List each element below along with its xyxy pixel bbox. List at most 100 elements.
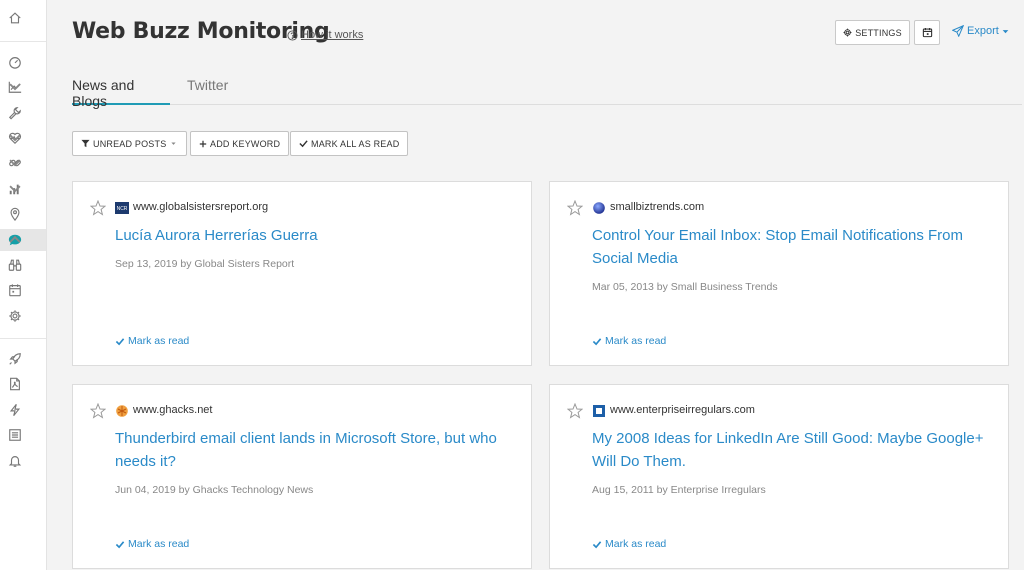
sidebar — [0, 0, 47, 570]
sidebar-item-research[interactable] — [0, 254, 46, 276]
mark-as-read-link[interactable]: Mark as read — [592, 538, 666, 550]
tab-bar: News and Blogs Twitter — [72, 77, 1022, 109]
square-favicon-icon — [593, 405, 605, 417]
mark-as-read-label: Mark as read — [128, 335, 190, 347]
export-label: Export — [967, 25, 999, 37]
post-meta: Jun 04, 2019 by Ghacks Technology News — [115, 484, 314, 496]
post-title-link[interactable]: Lucía Aurora Herrerías Guerra — [115, 224, 515, 247]
sidebar-item-boost[interactable] — [0, 348, 46, 370]
post-card: www.enterpriseirregulars.com My 2008 Ide… — [549, 384, 1009, 569]
site-favicon: NCR — [115, 202, 129, 214]
check-icon — [115, 337, 125, 345]
post-meta: Aug 15, 2011 by Enterprise Irregulars — [592, 484, 766, 496]
post-domain: www.globalsistersreport.org — [133, 201, 269, 213]
chevron-down-icon — [1002, 29, 1009, 33]
sidebar-item-local[interactable] — [0, 203, 46, 225]
post-domain: smallbiztrends.com — [610, 201, 705, 213]
post-domain: www.ghacks.net — [133, 404, 213, 416]
tab-news-and-blogs[interactable]: News and Blogs — [72, 77, 170, 109]
sidebar-item-notifications[interactable] — [0, 450, 46, 472]
check-icon — [115, 540, 125, 548]
sidebar-item-reports[interactable] — [0, 373, 46, 395]
star-icon[interactable] — [90, 200, 106, 216]
post-card: www.ghacks.net Thunderbird email client … — [72, 384, 532, 569]
sidebar-divider — [0, 41, 46, 42]
chevron-down-icon — [9, 83, 21, 91]
sidebar-item-lists[interactable] — [0, 424, 46, 446]
post-card: NCR www.globalsistersreport.org Lucía Au… — [72, 181, 532, 366]
ghacks-favicon-icon — [116, 405, 128, 417]
date-range-button[interactable] — [914, 20, 940, 45]
sidebar-item-trends[interactable] — [0, 76, 46, 98]
settings-label: SETTINGS — [855, 27, 902, 38]
sidebar-divider — [0, 338, 46, 339]
mark-as-read-link[interactable]: Mark as read — [592, 335, 666, 347]
map-pin-icon — [10, 207, 20, 221]
tab-twitter[interactable]: Twitter — [187, 77, 228, 105]
check-icon — [592, 337, 602, 345]
add-keyword-button[interactable]: ADD KEYWORD — [190, 131, 290, 156]
sidebar-item-actions[interactable] — [0, 399, 46, 421]
mark-all-as-read-button[interactable]: MARK ALL AS READ — [290, 131, 409, 156]
unread-posts-filter[interactable]: UNREAD POSTS — [72, 131, 188, 156]
wrench-icon — [8, 107, 21, 120]
star-icon[interactable] — [567, 403, 583, 419]
check-icon — [592, 540, 602, 548]
sidebar-item-settings[interactable] — [0, 305, 46, 327]
mark-as-read-label: Mark as read — [128, 538, 190, 550]
chevron-down-icon — [9, 134, 21, 142]
sidebar-item-health[interactable] — [0, 127, 46, 149]
post-title-link[interactable]: Thunderbird email client lands in Micros… — [115, 427, 515, 473]
filter-label: UNREAD POSTS — [93, 138, 167, 149]
sidebar-item-tools[interactable] — [0, 102, 46, 124]
post-domain: www.enterpriseirregulars.com — [610, 404, 755, 416]
chevron-down-icon — [9, 159, 21, 167]
pdf-icon — [10, 377, 20, 391]
gear-icon — [843, 28, 852, 37]
calendar-icon — [922, 28, 932, 38]
home-icon — [9, 12, 21, 24]
post-meta: Mar 05, 2013 by Small Business Trends — [592, 281, 778, 293]
chevron-up-icon — [9, 235, 21, 243]
mark-as-read-link[interactable]: Mark as read — [115, 538, 189, 550]
help-circle-icon — [287, 29, 298, 41]
svg-text:NCR: NCR — [117, 206, 128, 212]
star-icon[interactable] — [567, 200, 583, 216]
sidebar-item-dashboard[interactable] — [0, 51, 46, 73]
sidebar-item-stats[interactable] — [0, 178, 46, 200]
dashboard-icon — [9, 57, 21, 69]
binoculars-icon — [8, 259, 22, 271]
globe-favicon-icon — [593, 202, 605, 214]
sidebar-item-home[interactable] — [0, 7, 46, 29]
post-title-link[interactable]: My 2008 Ideas for LinkedIn Are Still Goo… — [592, 427, 992, 473]
calendar-icon — [9, 284, 21, 297]
plus-icon — [199, 140, 207, 147]
list-icon — [9, 429, 21, 441]
post-meta: Sep 13, 2019 by Global Sisters Report — [115, 258, 295, 270]
how-it-works-link[interactable]: How it works — [287, 29, 363, 41]
sidebar-item-links[interactable] — [0, 152, 46, 174]
paper-plane-icon — [952, 25, 964, 37]
chevron-down-icon — [9, 185, 21, 193]
post-card: smallbiztrends.com Control Your Email In… — [549, 181, 1009, 366]
settings-button[interactable]: SETTINGS — [835, 20, 910, 45]
add-keyword-label: ADD KEYWORD — [210, 138, 281, 149]
gear-icon — [9, 310, 21, 322]
mark-as-read-label: Mark as read — [605, 335, 667, 347]
how-it-works-label: How it works — [301, 29, 364, 41]
rocket-icon — [9, 353, 21, 365]
main-content: Web Buzz Monitoring How it works SETTING… — [47, 0, 1024, 570]
post-title-link[interactable]: Control Your Email Inbox: Stop Email Not… — [592, 224, 992, 270]
mark-as-read-label: Mark as read — [605, 538, 667, 550]
caret-down-icon — [171, 142, 177, 145]
mark-as-read-link[interactable]: Mark as read — [115, 335, 189, 347]
filter-icon — [81, 139, 90, 148]
sidebar-item-calendar[interactable] — [0, 279, 46, 301]
sidebar-item-mentions[interactable] — [0, 229, 46, 251]
mark-all-label: MARK ALL AS READ — [311, 138, 400, 149]
check-icon — [299, 140, 308, 148]
star-icon[interactable] — [90, 403, 106, 419]
export-button[interactable]: Export — [952, 25, 1009, 37]
bell-icon — [8, 456, 22, 467]
bolt-icon — [9, 403, 21, 417]
